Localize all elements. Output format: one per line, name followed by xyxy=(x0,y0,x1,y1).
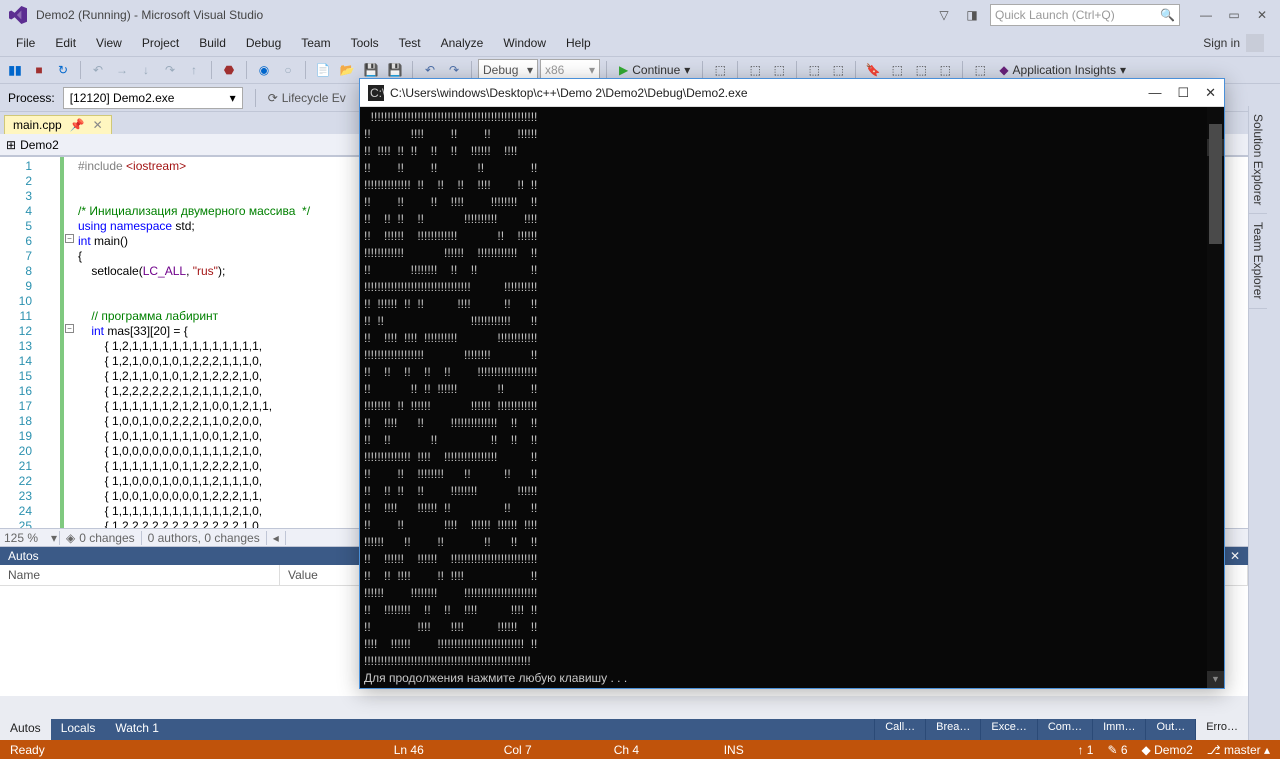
console-title-text: C:\Users\windows\Desktop\c++\Demo 2\Demo… xyxy=(390,86,1148,100)
quick-launch-placeholder: Quick Launch (Ctrl+Q) xyxy=(995,8,1115,22)
tab-watch1[interactable]: Watch 1 xyxy=(105,719,169,740)
scroll-thumb[interactable] xyxy=(1209,124,1222,244)
tab-filename: main.cpp xyxy=(13,118,62,132)
main-menu: File Edit View Project Build Debug Team … xyxy=(6,33,601,53)
feedback-icon[interactable]: ◨ xyxy=(962,5,982,25)
step-over-icon[interactable]: ↷ xyxy=(159,59,181,81)
new-file-icon[interactable]: 📄 xyxy=(312,59,334,81)
nav-back-icon[interactable]: ↶ xyxy=(87,59,109,81)
open-file-icon[interactable]: 📂 xyxy=(336,59,358,81)
maximize-button[interactable]: ▭ xyxy=(1224,5,1244,25)
menu-view[interactable]: View xyxy=(86,33,132,53)
changes-indicator[interactable]: ◈0 changes xyxy=(60,531,142,545)
pause-button[interactable]: ▮▮ xyxy=(4,59,26,81)
console-window: C:\ C:\Users\windows\Desktop\c++\Demo 2\… xyxy=(359,78,1225,689)
svg-text:C:\: C:\ xyxy=(370,86,384,100)
status-ready: Ready xyxy=(10,743,110,757)
menu-window[interactable]: Window xyxy=(493,33,556,53)
quick-launch-input[interactable]: Quick Launch (Ctrl+Q) 🔍 xyxy=(990,4,1180,26)
publish-icon[interactable]: ↑ 1 xyxy=(1077,743,1093,757)
team-explorer-tab[interactable]: Team Explorer xyxy=(1249,214,1267,308)
authors-indicator[interactable]: 0 authors, 0 changes xyxy=(142,531,267,545)
menu-help[interactable]: Help xyxy=(556,33,601,53)
step-out-icon[interactable]: ↑ xyxy=(183,59,205,81)
editor-tab[interactable]: main.cpp 📌 ✕ xyxy=(4,115,112,134)
console-scrollbar[interactable]: ▲ ▼ xyxy=(1207,107,1224,688)
tab-autos[interactable]: Autos xyxy=(0,719,51,740)
nav-arrow-icon[interactable]: ◂ xyxy=(267,531,286,545)
scroll-down-icon[interactable]: ▼ xyxy=(1207,671,1224,688)
menu-analyze[interactable]: Analyze xyxy=(431,33,494,53)
menu-test[interactable]: Test xyxy=(389,33,431,53)
window-title: Demo2 (Running) - Microsoft Visual Studi… xyxy=(36,8,934,22)
menu-edit[interactable]: Edit xyxy=(45,33,86,53)
sign-in-label: Sign in xyxy=(1203,36,1240,50)
tab-output[interactable]: Out… xyxy=(1145,719,1195,740)
lifecycle-events[interactable]: ⟳Lifecycle Ev xyxy=(268,91,346,105)
status-ch: Ch 4 xyxy=(614,743,684,757)
tab-breakpoints[interactable]: Brea… xyxy=(925,719,980,740)
tab-callstack[interactable]: Call… xyxy=(874,719,925,740)
tab-immediate[interactable]: Imm… xyxy=(1092,719,1145,740)
minimize-button[interactable]: — xyxy=(1196,5,1216,25)
status-ins: INS xyxy=(724,743,794,757)
menu-build[interactable]: Build xyxy=(189,33,236,53)
console-minimize-button[interactable]: — xyxy=(1148,85,1161,101)
fold-toggle[interactable]: − xyxy=(65,234,74,243)
close-button[interactable]: ✕ xyxy=(1252,5,1272,25)
vs-logo-icon xyxy=(8,5,28,25)
pin-icon[interactable]: 📌 xyxy=(70,118,85,132)
tab-close-icon[interactable]: ✕ xyxy=(93,118,103,132)
fold-toggle[interactable]: − xyxy=(65,324,74,333)
search-icon: 🔍 xyxy=(1160,8,1175,22)
menu-debug[interactable]: Debug xyxy=(236,33,291,53)
tab-command[interactable]: Com… xyxy=(1037,719,1092,740)
show-next-icon[interactable]: → xyxy=(111,59,133,81)
nav-backward-icon[interactable]: ◉ xyxy=(253,59,275,81)
menu-tools[interactable]: Tools xyxy=(341,33,389,53)
process-select[interactable]: [12120] Demo2.exe▾ xyxy=(63,87,243,109)
status-line: Ln 46 xyxy=(394,743,464,757)
nav-forward-icon[interactable]: ○ xyxy=(277,59,299,81)
process-label: Process: xyxy=(8,91,55,105)
zoom-select[interactable]: 125 %▾ xyxy=(0,531,60,545)
console-maximize-button[interactable]: ☐ xyxy=(1177,85,1189,101)
branch-name[interactable]: ⎇ master ▴ xyxy=(1207,743,1270,757)
sign-in-button[interactable]: Sign in xyxy=(1193,31,1274,55)
notifications-icon[interactable]: ▽ xyxy=(934,5,954,25)
autos-close-icon[interactable]: ✕ xyxy=(1230,549,1240,563)
step-into-icon[interactable]: ↓ xyxy=(135,59,157,81)
project-icon: ⊞ xyxy=(6,138,16,152)
menu-project[interactable]: Project xyxy=(132,33,189,53)
menu-team[interactable]: Team xyxy=(291,33,340,53)
console-icon: C:\ xyxy=(368,85,384,101)
stop-button[interactable]: ■ xyxy=(28,59,50,81)
tab-exceptions[interactable]: Exce… xyxy=(980,719,1036,740)
tab-locals[interactable]: Locals xyxy=(51,719,106,740)
restart-button[interactable]: ↻ xyxy=(52,59,74,81)
scope-project[interactable]: Demo2 xyxy=(20,138,59,152)
menu-file[interactable]: File xyxy=(6,33,45,53)
breakpoint-icon[interactable]: ⬣ xyxy=(218,59,240,81)
status-col: Col 7 xyxy=(504,743,574,757)
console-close-button[interactable]: ✕ xyxy=(1205,85,1216,101)
user-icon xyxy=(1246,34,1264,52)
solution-explorer-tab[interactable]: Solution Explorer xyxy=(1249,106,1267,214)
line-numbers: 1234567891011121314151617181920212223242… xyxy=(0,157,38,546)
autos-title: Autos xyxy=(8,549,39,563)
console-output[interactable]: !!!!!!!!!!!!!!!!!!!!!!!!!!!!!!!!!!!!!!!!… xyxy=(360,107,1224,688)
tab-errorlist[interactable]: Erro… xyxy=(1195,719,1248,740)
fold-column: − − xyxy=(64,157,78,546)
pending-changes-icon[interactable]: ✎ 6 xyxy=(1107,743,1127,757)
repo-name[interactable]: ◆ Demo2 xyxy=(1142,743,1193,757)
autos-col-name[interactable]: Name xyxy=(0,565,280,585)
